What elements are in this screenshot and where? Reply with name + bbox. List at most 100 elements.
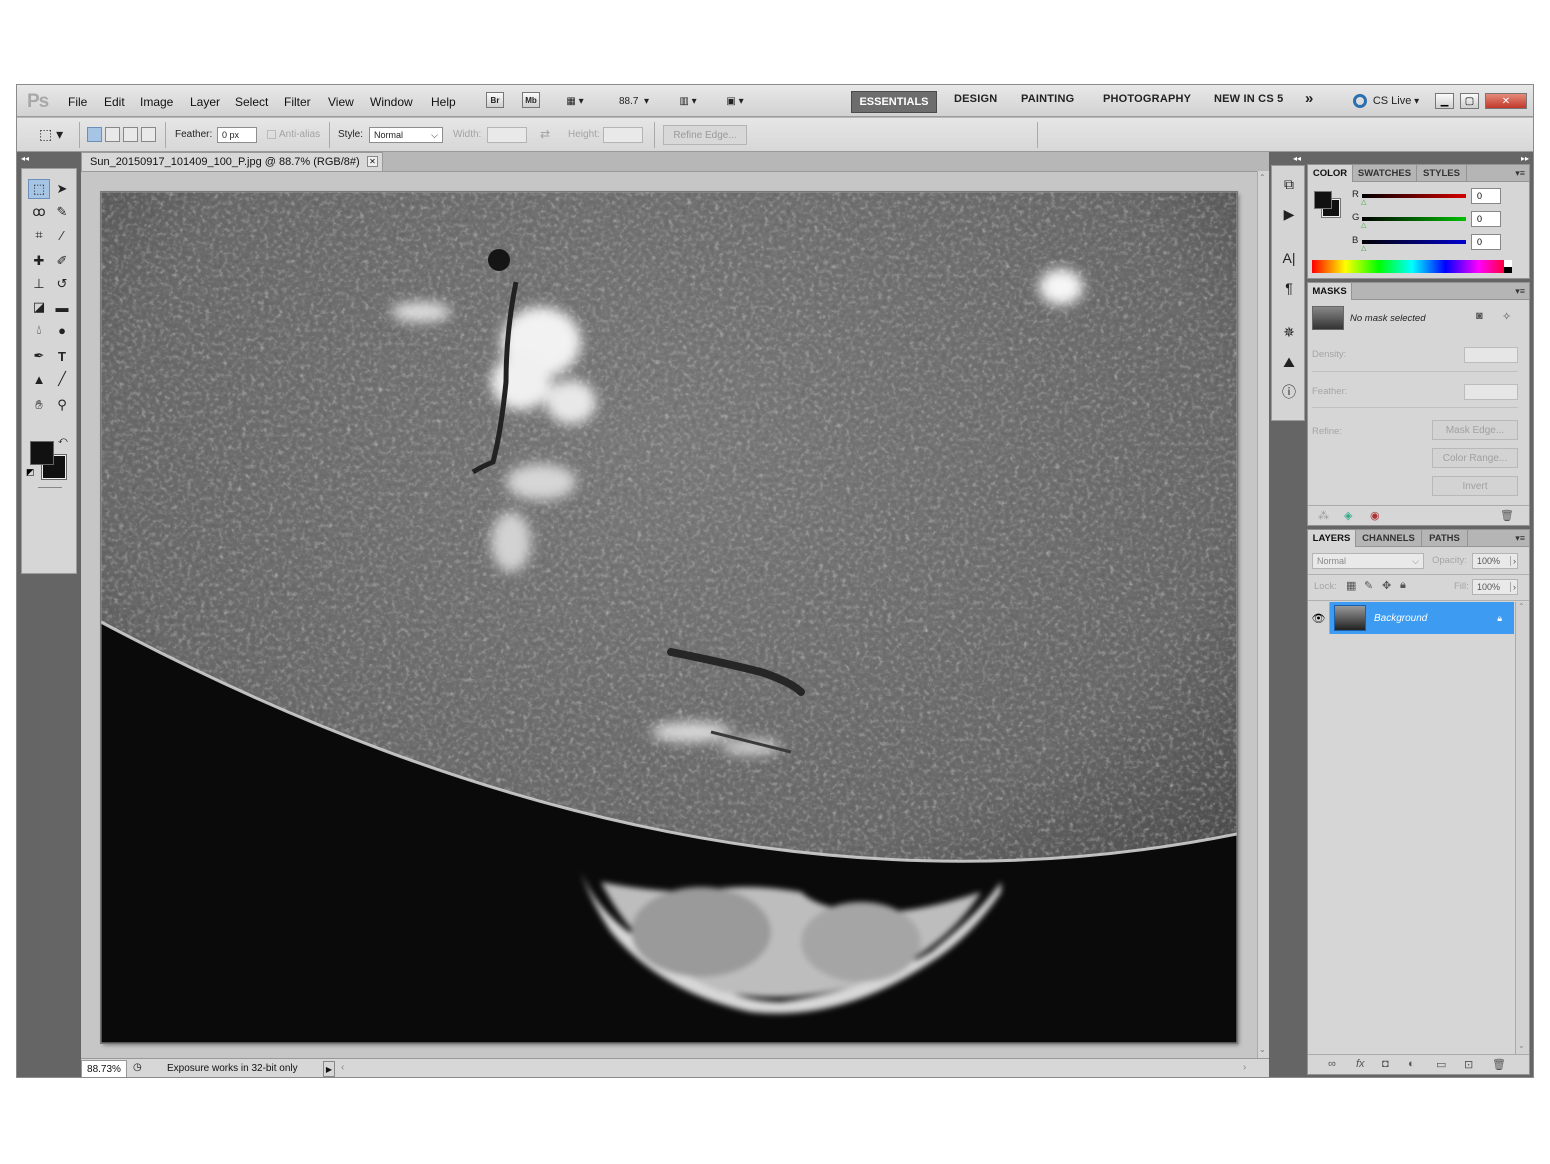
density-input[interactable] (1464, 347, 1518, 363)
intersect-selection-icon[interactable] (141, 127, 156, 142)
panel-menu-icon[interactable]: ▾≡ (1515, 168, 1525, 179)
antialias-checkbox[interactable]: Anti-alias (267, 129, 320, 140)
collapse-tools-icon[interactable]: ◂◂ (21, 154, 29, 163)
zoom-tool-icon[interactable]: ⚲ (51, 395, 73, 415)
lock-image-icon[interactable]: ✎ (1364, 579, 1373, 592)
history-panel-icon[interactable]: ⧉ (1279, 174, 1299, 194)
workspace-photography[interactable]: PHOTOGRAPHY (1103, 93, 1191, 105)
channel-g-input[interactable]: 0 (1471, 211, 1501, 227)
mask-edge-button[interactable]: Mask Edge... (1432, 420, 1518, 440)
channel-g-slider[interactable] (1362, 217, 1466, 221)
screen-mode-button[interactable]: ▣ ▾ (717, 92, 753, 110)
tab-swatches[interactable]: SWATCHES (1353, 165, 1417, 182)
zoom-field[interactable]: 88.73% (81, 1060, 127, 1077)
feather-input[interactable]: 0 px (217, 127, 257, 143)
workspace-painting[interactable]: PAINTING (1021, 93, 1074, 105)
view-extras-button[interactable]: ▦ ▾ (557, 92, 593, 110)
width-input[interactable] (487, 127, 527, 143)
close-button[interactable]: ✕ (1485, 93, 1527, 109)
menu-filter[interactable]: Filter (284, 95, 311, 109)
slider-handle-icon[interactable]: △ (1361, 221, 1366, 229)
lock-position-icon[interactable]: ✥ (1382, 579, 1391, 592)
proof-icon[interactable]: ◷ (133, 1062, 142, 1073)
scroll-down-icon[interactable]: ⌄ (1259, 1045, 1266, 1054)
lock-all-icon[interactable]: 🔒︎ (1400, 579, 1406, 592)
scroll-right-icon[interactable]: › (1243, 1062, 1246, 1073)
layer-row-selected[interactable]: Background 🔒︎ (1330, 602, 1514, 634)
actions-panel-icon[interactable]: ▶ (1279, 204, 1299, 224)
slider-handle-icon[interactable]: △ (1361, 198, 1366, 206)
ramp-white-chip[interactable] (1504, 260, 1512, 267)
adjustment-layer-icon[interactable]: ◐ (1408, 1058, 1415, 1070)
healing-brush-tool-icon[interactable]: ✚ (28, 251, 50, 271)
menu-help[interactable]: Help (431, 95, 456, 109)
add-mask-icon[interactable]: ◘ (1382, 1058, 1389, 1070)
height-input[interactable] (603, 127, 643, 143)
color-fg-swatch[interactable] (1314, 191, 1332, 209)
eyedropper-tool-icon[interactable]: ⁄ (51, 225, 73, 245)
swap-colors-icon[interactable]: ⤺ (58, 435, 68, 446)
scroll-up-icon[interactable]: ⌃ (1518, 602, 1525, 611)
workspace-design[interactable]: DESIGN (954, 93, 997, 105)
enable-mask-icon[interactable]: ◈ (1344, 509, 1352, 522)
mask-feather-input[interactable] (1464, 384, 1518, 400)
foreground-color-swatch[interactable] (30, 441, 54, 465)
navigator-panel-icon[interactable]: ✵ (1279, 322, 1299, 342)
tab-layers[interactable]: LAYERS (1308, 530, 1356, 547)
hand-tool-icon[interactable]: ✋︎ (28, 395, 50, 415)
tab-masks[interactable]: MASKS (1308, 283, 1352, 300)
channel-r-input[interactable]: 0 (1471, 188, 1501, 204)
layer-name[interactable]: Background (1374, 613, 1427, 624)
document-tab[interactable]: Sun_20150917_101409_100_P.jpg @ 88.7% (R… (81, 152, 383, 171)
history-brush-tool-icon[interactable]: ↺ (51, 274, 73, 294)
mask-thumbnail[interactable] (1312, 306, 1344, 330)
fill-input[interactable]: 100% › (1472, 579, 1518, 595)
quick-select-tool-icon[interactable]: ✎ (51, 202, 73, 222)
refine-edge-button[interactable]: Refine Edge... (663, 125, 747, 145)
color-range-button[interactable]: Color Range... (1432, 448, 1518, 468)
minimize-button[interactable]: ▁ (1435, 93, 1454, 109)
opacity-input[interactable]: 100% › (1472, 553, 1518, 569)
vertical-scrollbar[interactable]: ⌃ ⌄ (1257, 171, 1269, 1058)
line-tool-icon[interactable]: ╱ (51, 369, 73, 389)
subtract-selection-icon[interactable] (123, 127, 138, 142)
menu-image[interactable]: Image (140, 95, 173, 109)
workspace-essentials[interactable]: ESSENTIALS (851, 91, 937, 113)
panel-menu-icon[interactable]: ▾≡ (1515, 286, 1525, 297)
visibility-eye-icon[interactable]: 👁︎ (1308, 602, 1330, 634)
channel-b-input[interactable]: 0 (1471, 234, 1501, 250)
tab-paths[interactable]: PATHS (1422, 530, 1468, 547)
default-colors-icon[interactable]: ◩ (26, 467, 35, 478)
density-slider[interactable] (1312, 371, 1518, 372)
collapse-panels-icon[interactable]: ▸▸ (1521, 154, 1529, 163)
blur-tool-icon[interactable]: 💧︎ (28, 320, 50, 340)
invert-button[interactable]: Invert (1432, 476, 1518, 496)
color-spectrum-ramp[interactable] (1312, 260, 1512, 273)
pixel-mask-icon[interactable]: ◙ (1476, 310, 1483, 322)
panel-menu-icon[interactable]: ▾≡ (1515, 533, 1525, 544)
info-panel-icon[interactable]: ⓘ (1279, 382, 1299, 402)
image-canvas[interactable] (101, 192, 1237, 1043)
histogram-panel-icon[interactable]: ⛰︎ (1279, 352, 1299, 372)
add-selection-icon[interactable] (105, 127, 120, 142)
gradient-tool-icon[interactable]: ▬ (51, 297, 73, 317)
tab-styles[interactable]: STYLES (1417, 165, 1467, 182)
pen-tool-icon[interactable]: ✒ (28, 346, 50, 366)
menu-edit[interactable]: Edit (104, 95, 125, 109)
type-tool-icon[interactable]: T (51, 346, 73, 366)
zoom-level-dropdown[interactable]: 88.7 ▾ (611, 92, 657, 110)
rect-marquee-tool-icon[interactable]: ⬚ (28, 179, 50, 199)
scroll-up-icon[interactable]: ⌃ (1259, 173, 1266, 182)
delete-layer-icon[interactable]: 🗑︎ (1492, 1058, 1506, 1071)
scroll-left-icon[interactable]: ‹ (341, 1062, 344, 1073)
workspace-new-in-cs5[interactable]: NEW IN CS 5 (1214, 93, 1283, 105)
menu-view[interactable]: View (328, 95, 354, 109)
close-document-icon[interactable]: ✕ (367, 156, 378, 167)
tab-channels[interactable]: CHANNELS (1356, 530, 1422, 547)
clone-stamp-tool-icon[interactable]: ⊥ (28, 274, 50, 294)
crop-tool-icon[interactable]: ⌗ (28, 225, 50, 245)
collapse-dock-icon[interactable]: ◂◂ (1293, 154, 1301, 163)
scroll-down-icon[interactable]: ⌄ (1518, 1041, 1525, 1050)
channel-b-slider[interactable] (1362, 240, 1466, 244)
bridge-button[interactable]: Br (486, 92, 504, 108)
